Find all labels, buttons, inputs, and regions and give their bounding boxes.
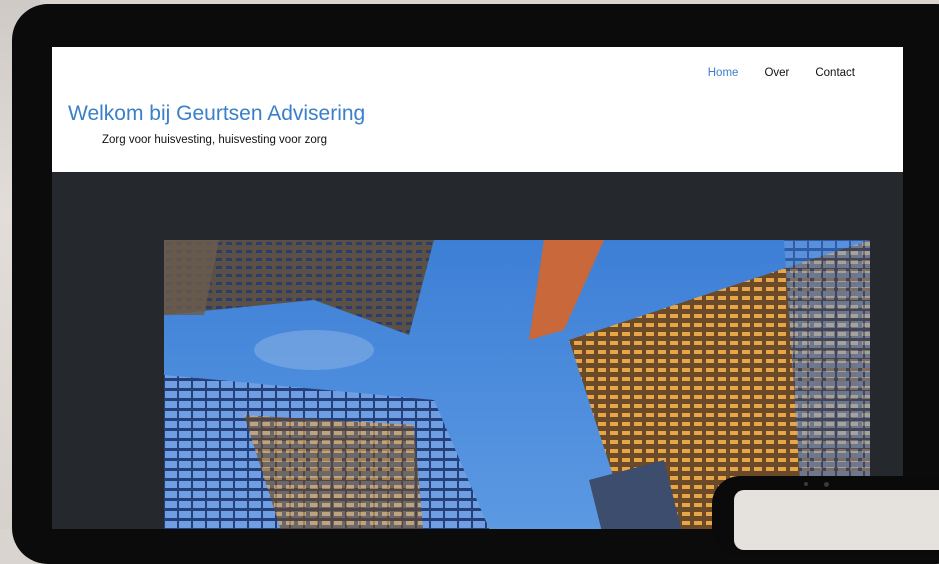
nav-home-link[interactable]: Home: [708, 67, 739, 79]
site-subtitle: Zorg voor huisvesting, huisvesting voor …: [102, 134, 327, 146]
phone-device-frame: [712, 476, 939, 556]
main-navigation: Home Over Contact: [708, 67, 855, 79]
phone-screen: [734, 490, 939, 550]
website-screen: Home Over Contact Welkom bij Geurtsen Ad…: [52, 47, 903, 529]
phone-sensor-icon: [804, 482, 808, 486]
nav-contact-link[interactable]: Contact: [815, 67, 855, 79]
site-title: Welkom bij Geurtsen Advisering: [68, 102, 366, 125]
nav-over-link[interactable]: Over: [764, 67, 789, 79]
site-header: Home Over Contact Welkom bij Geurtsen Ad…: [52, 47, 903, 172]
phone-camera-icon: [824, 482, 829, 487]
